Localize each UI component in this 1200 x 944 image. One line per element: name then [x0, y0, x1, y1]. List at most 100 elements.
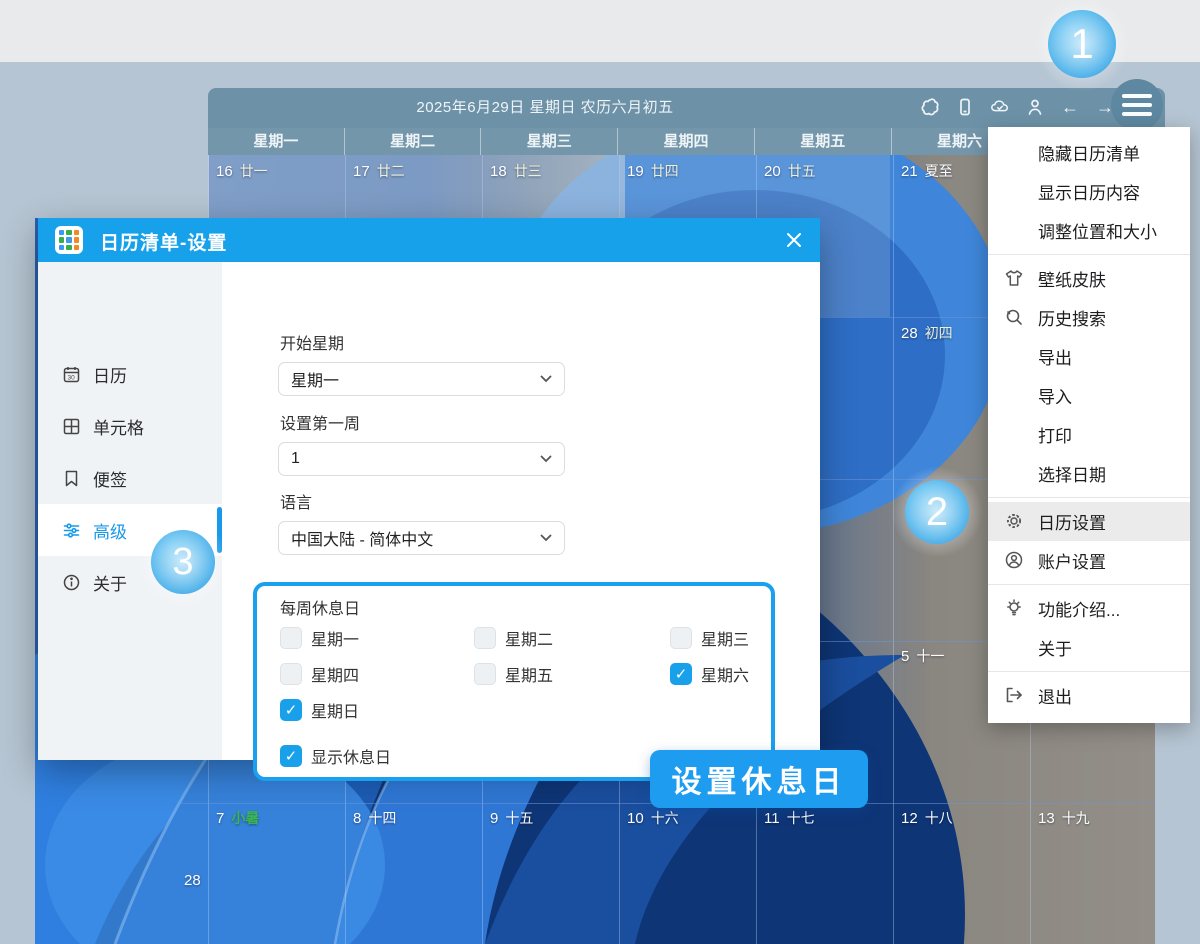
menu-divider	[988, 584, 1190, 585]
first-week-select[interactable]: 1	[278, 442, 565, 476]
desktop: 2025年6月29日 星期日 农历六月初五 ← →	[0, 0, 1200, 944]
rest-day-thursday[interactable]: 星期四	[280, 662, 359, 686]
menu-item-wallpaper-skin[interactable]: 壁纸皮肤	[988, 259, 1190, 298]
menu-item-show-calendar-content[interactable]: 显示日历内容	[988, 172, 1190, 211]
rest-day-friday[interactable]: 星期五	[474, 662, 553, 686]
svg-text:30: 30	[68, 374, 76, 381]
annotation-step-3: 3	[151, 530, 215, 594]
user-circle-icon	[1003, 549, 1025, 571]
menu-item-print[interactable]: 打印	[988, 415, 1190, 454]
settings-dialog: 日历清单-设置 30 日历 单元格	[38, 218, 820, 760]
language-select[interactable]: 中国大陆 - 简体中文	[278, 521, 565, 555]
calendar-day[interactable]: 18廿三	[490, 161, 542, 181]
calendar-day[interactable]: 11十七	[764, 808, 815, 828]
sidebar-item-cells[interactable]: 单元格	[38, 400, 222, 452]
calendar-icon: 30	[62, 365, 81, 384]
calendar-day[interactable]: 7小暑	[216, 808, 259, 828]
calendar-day[interactable]: 13十九	[1038, 808, 1090, 828]
calendar-day[interactable]: 21夏至	[901, 161, 953, 181]
weekday-label: 星期二	[345, 128, 482, 155]
calendar-day[interactable]: 5十一	[901, 646, 944, 666]
weekday-label: 星期一	[208, 128, 345, 155]
chevron-down-icon	[540, 455, 552, 463]
close-button[interactable]	[782, 228, 806, 252]
calendar-day[interactable]: 28初四	[901, 323, 953, 343]
rest-day-saturday[interactable]: 星期六	[670, 662, 749, 686]
back-arrow-icon[interactable]: ←	[1060, 97, 1080, 117]
top-desktop-band	[0, 0, 1200, 62]
bookmark-icon	[62, 469, 81, 488]
gear-icon	[1003, 510, 1025, 532]
field-label-start-week: 开始星期	[280, 330, 344, 354]
info-icon	[62, 573, 81, 592]
menu-item-history-search[interactable]: 历史搜索	[988, 298, 1190, 337]
checkbox[interactable]	[474, 627, 496, 649]
menu-divider	[988, 671, 1190, 672]
checkbox[interactable]	[280, 699, 302, 721]
dialog-title: 日历清单-设置	[100, 228, 227, 255]
menu-item-feature-intro[interactable]: 功能介绍...	[988, 589, 1190, 628]
annotation-step-2: 2	[905, 480, 969, 544]
menu-item-adjust-position-size[interactable]: 调整位置和大小	[988, 211, 1190, 250]
checkbox[interactable]	[670, 663, 692, 685]
sliders-icon	[62, 521, 81, 540]
grid-line	[893, 155, 894, 944]
rest-section-title: 每周休息日	[280, 595, 360, 619]
calendar-day[interactable]: 8十四	[353, 808, 396, 828]
grid-cells-icon	[62, 417, 81, 436]
menu-item-select-date[interactable]: 选择日期	[988, 454, 1190, 493]
app-icon	[55, 226, 83, 254]
mobile-icon[interactable]	[955, 97, 975, 117]
desktop-area	[35, 155, 209, 218]
rest-day-sunday[interactable]: 星期日	[280, 698, 359, 722]
sidebar-item-notes[interactable]: 便签	[38, 452, 222, 504]
menu-item-account-settings[interactable]: 账户设置	[988, 541, 1190, 580]
checkbox[interactable]	[280, 745, 302, 767]
dialog-titlebar: 日历清单-设置	[38, 218, 820, 262]
checkbox[interactable]	[280, 663, 302, 685]
account-icon[interactable]	[1025, 97, 1045, 117]
lightbulb-icon	[1003, 597, 1025, 619]
menu-item-import[interactable]: 导入	[988, 376, 1190, 415]
calendar-day[interactable]: 9十五	[490, 808, 533, 828]
close-icon	[785, 231, 803, 249]
checkbox[interactable]	[474, 663, 496, 685]
weekday-label: 星期四	[618, 128, 755, 155]
calendar-day[interactable]: 17廿二	[353, 161, 405, 181]
exit-icon	[1003, 684, 1025, 706]
calendar-day[interactable]: 10十六	[627, 808, 679, 828]
rest-day-wednesday[interactable]: 星期三	[670, 626, 749, 650]
menu-button[interactable]	[1111, 79, 1163, 131]
set-rest-days-button[interactable]: 设置休息日	[650, 750, 868, 808]
menu-divider	[988, 254, 1190, 255]
checkbox[interactable]	[280, 627, 302, 649]
calendar-day[interactable]: 20廿五	[764, 161, 816, 181]
annotation-step-1: 1	[1048, 10, 1116, 78]
menu-item-calendar-settings[interactable]: 日历设置	[988, 502, 1190, 541]
calendar-day[interactable]: 16廿一	[216, 161, 268, 181]
calendar-day[interactable]: 12十八	[901, 808, 953, 828]
weekday-label: 星期五	[755, 128, 892, 155]
menu-item-export[interactable]: 导出	[988, 337, 1190, 376]
field-label-first-week: 设置第一周	[280, 410, 360, 434]
start-week-select[interactable]: 星期一	[278, 362, 565, 396]
menu-item-about[interactable]: 关于	[988, 628, 1190, 667]
hamburger-icon	[1122, 94, 1152, 98]
checkbox[interactable]	[670, 627, 692, 649]
context-menu: 隐藏日历清单 显示日历内容 调整位置和大小 壁纸皮肤 历史搜索 导出 导入 打印…	[988, 127, 1190, 723]
sidebar-item-calendar[interactable]: 30 日历	[38, 348, 222, 400]
dialog-sidebar: 30 日历 单元格 便签	[38, 262, 222, 760]
weekday-label: 星期三	[481, 128, 618, 155]
rest-day-monday[interactable]: 星期一	[280, 626, 359, 650]
tshirt-icon	[1003, 267, 1025, 289]
calendar-date-title: 2025年6月29日 星期日 农历六月初五	[212, 96, 878, 117]
menu-item-hide-calendar-list[interactable]: 隐藏日历清单	[988, 133, 1190, 172]
menu-item-exit[interactable]: 退出	[988, 676, 1190, 715]
chevron-down-icon	[540, 534, 552, 542]
sticker-icon[interactable]	[920, 97, 940, 117]
cloud-sync-icon[interactable]	[990, 97, 1010, 117]
calendar-day[interactable]: 28	[184, 872, 201, 889]
show-rest-days-toggle[interactable]: 显示休息日	[280, 744, 391, 768]
calendar-day[interactable]: 19廿四	[627, 161, 679, 181]
rest-day-tuesday[interactable]: 星期二	[474, 626, 553, 650]
